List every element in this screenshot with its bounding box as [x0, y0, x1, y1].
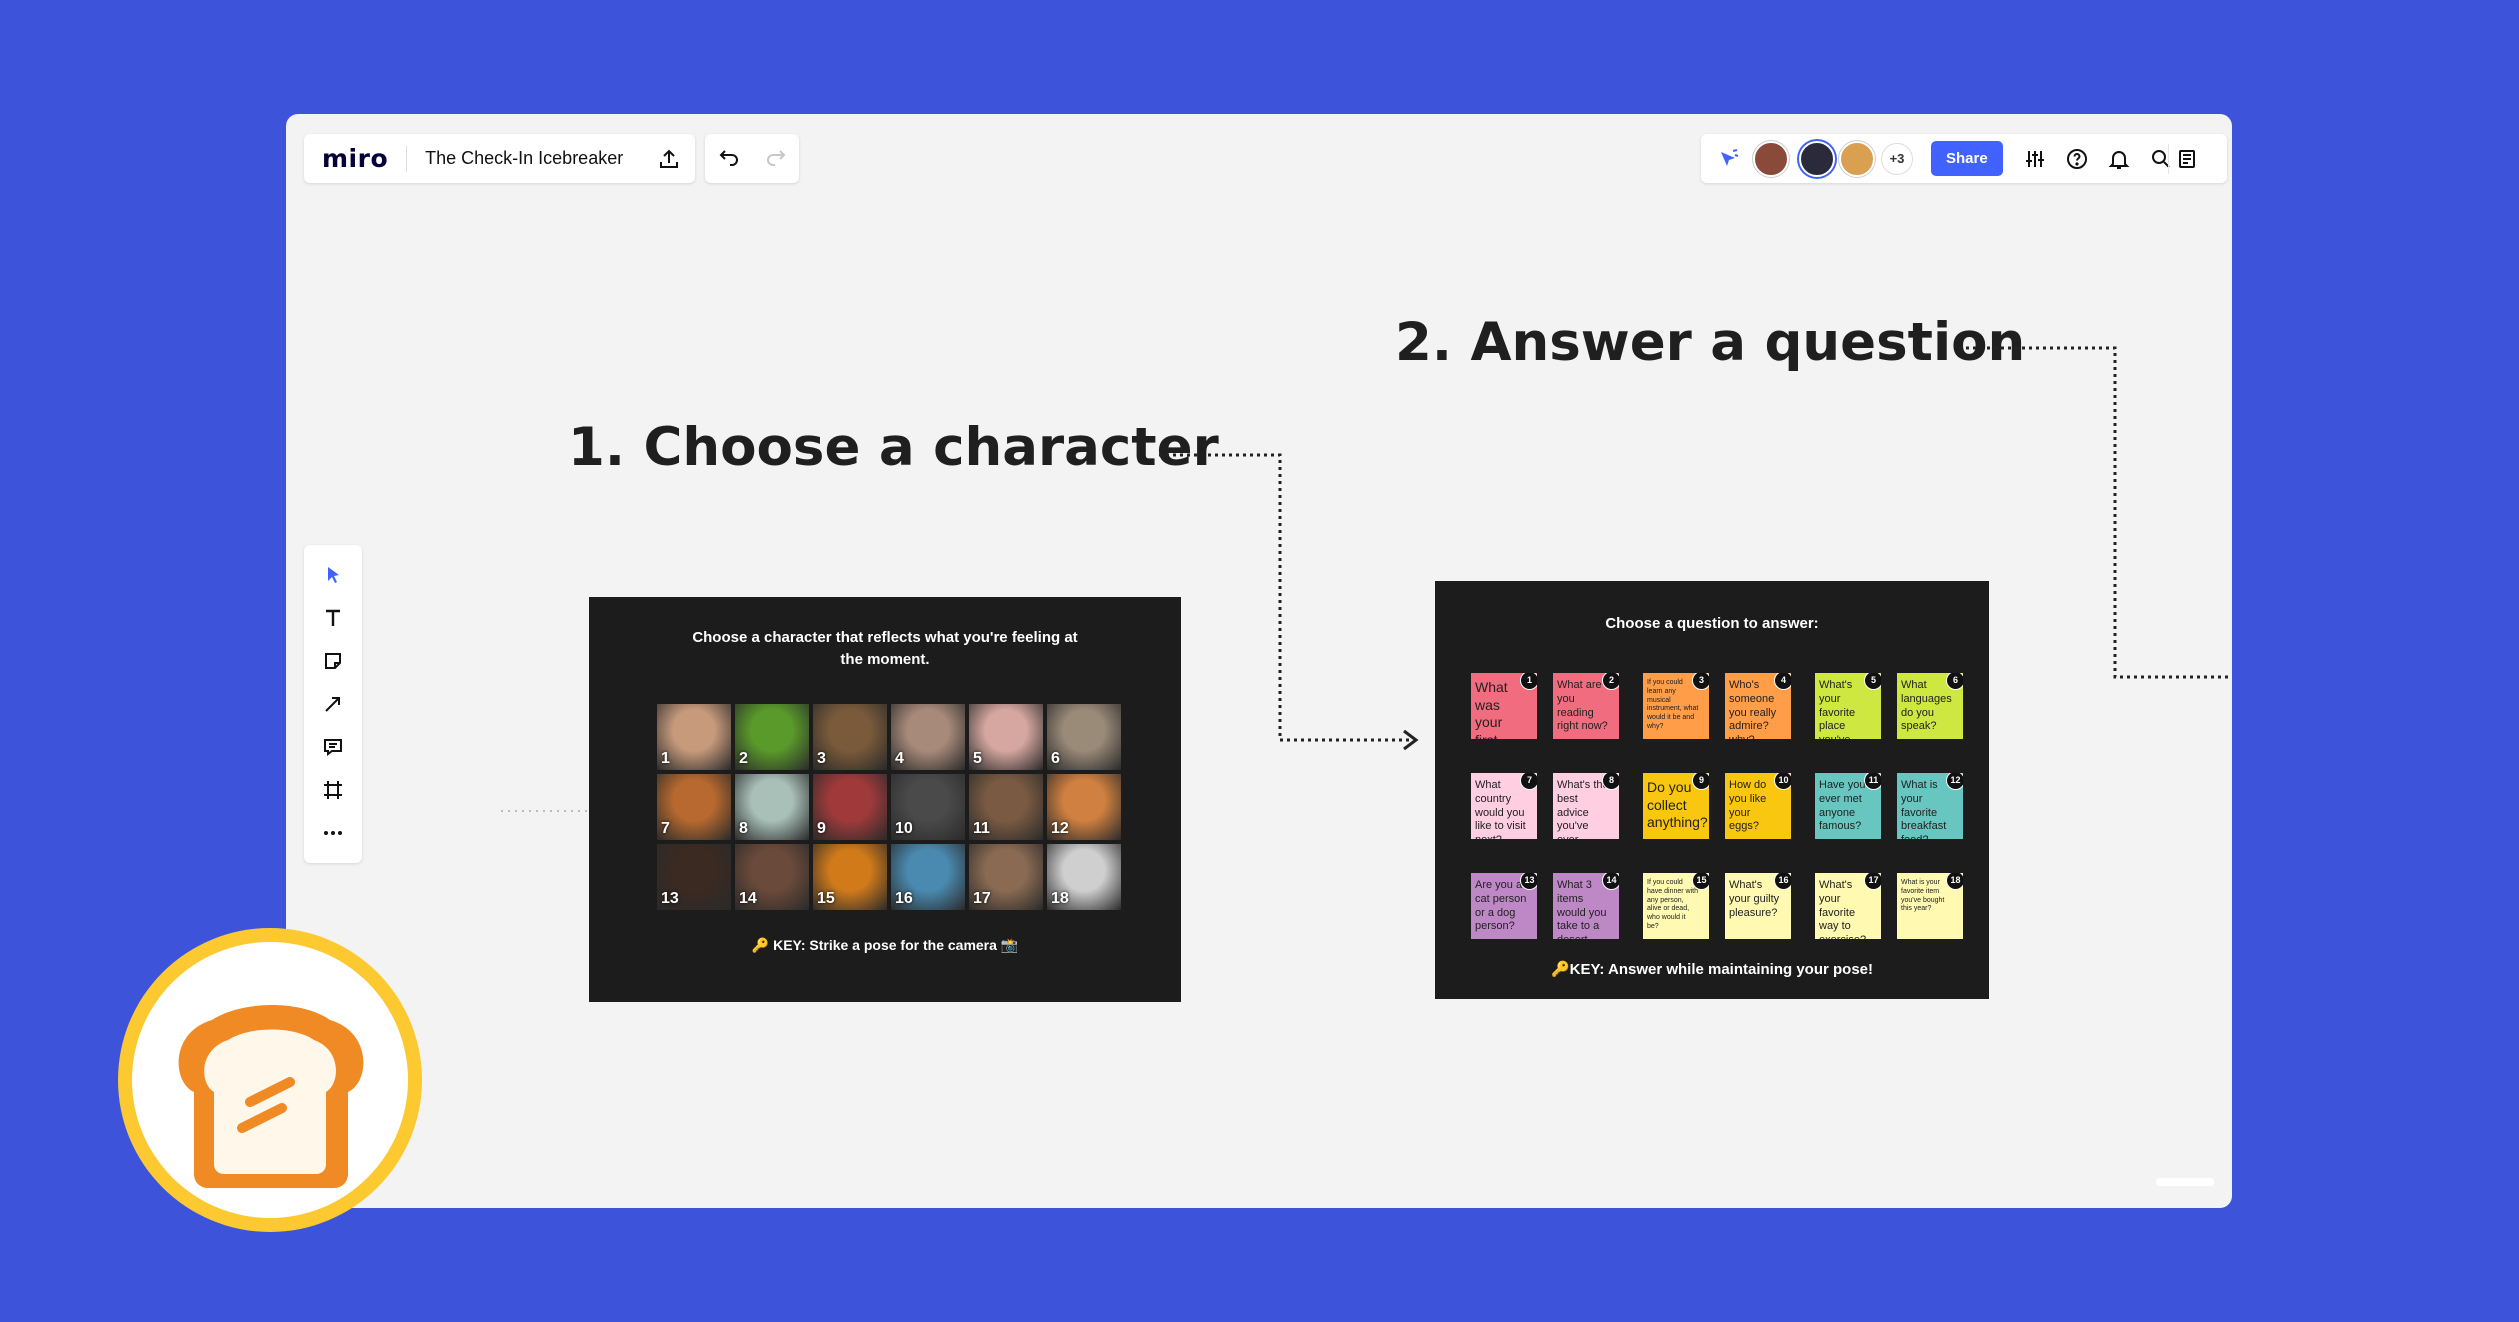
character-tile[interactable]: 5 [969, 704, 1043, 770]
sticky-number-badge: 11 [1864, 773, 1881, 790]
character-number: 7 [661, 820, 670, 837]
sticky-number-badge: 14 [1602, 873, 1619, 890]
question-sticky-note[interactable]: What's your favorite way to exercise?17 [1815, 873, 1881, 939]
character-number: 5 [973, 750, 982, 767]
character-card-key: 🔑 KEY: Strike a pose for the camera 📸 [751, 937, 1019, 953]
bread-slice-icon [178, 1005, 364, 1188]
character-tile[interactable]: 13 [657, 844, 731, 910]
character-number: 9 [817, 820, 826, 837]
question-sticky-note[interactable]: What languages do you speak? 6 [1897, 673, 1963, 739]
character-tile[interactable]: 18 [1047, 844, 1121, 910]
connector-step1-to-card2 [1159, 453, 1412, 742]
character-number: 3 [817, 750, 826, 767]
sticky-number-badge: 8 [1602, 773, 1619, 790]
bread-logo-badge [118, 928, 422, 1232]
character-card[interactable]: Choose a character that reflects what yo… [589, 597, 1181, 1002]
character-number: 1 [661, 750, 670, 767]
character-tile[interactable]: 12 [1047, 774, 1121, 840]
character-number: 15 [817, 890, 835, 907]
character-number: 12 [1051, 820, 1069, 837]
sticky-number-badge: 3 [1692, 673, 1709, 690]
sticky-number-badge: 4 [1774, 673, 1791, 690]
sticky-number-badge: 10 [1774, 773, 1791, 790]
question-sticky-note[interactable]: Who's someone you really admire? why?4 [1725, 673, 1791, 739]
sticky-number-badge: 6 [1946, 673, 1963, 690]
sticky-number-badge: 7 [1520, 773, 1537, 790]
character-number: 2 [739, 750, 748, 767]
character-tile[interactable]: 15 [813, 844, 887, 910]
character-number: 8 [739, 820, 748, 837]
character-tile[interactable]: 16 [891, 844, 965, 910]
character-tile[interactable]: 9 [813, 774, 887, 840]
sticky-number-badge: 5 [1864, 673, 1881, 690]
question-sticky-note[interactable]: What's your guilty pleasure? 16 [1725, 873, 1791, 939]
question-sticky-note[interactable]: Have you ever met anyone famous? 11 [1815, 773, 1881, 839]
question-sticky-note[interactable]: What was your first job?1 [1471, 673, 1537, 739]
character-tile[interactable]: 6 [1047, 704, 1121, 770]
question-sticky-note[interactable]: Do you collect anything? 9 [1643, 773, 1709, 839]
sticky-number-badge: 9 [1692, 773, 1709, 790]
character-tile[interactable]: 14 [735, 844, 809, 910]
question-sticky-note[interactable]: What 3 items would you take to a desert … [1553, 873, 1619, 939]
sticky-number-badge: 1 [1520, 673, 1537, 690]
character-tile[interactable]: 17 [969, 844, 1043, 910]
connector-arrowhead [1403, 729, 1419, 751]
character-number: 13 [661, 890, 679, 907]
question-sticky-note[interactable]: What country would you like to visit nex… [1471, 773, 1537, 839]
character-number: 14 [739, 890, 757, 907]
question-sticky-note[interactable]: Are you a cat person or a dog person? 13 [1471, 873, 1537, 939]
miro-board-canvas[interactable]: miro The Check-In Icebreaker +3 Share 1.… [286, 114, 2232, 1208]
character-tile[interactable]: 4 [891, 704, 965, 770]
question-sticky-note[interactable]: If you could have dinner with any person… [1643, 873, 1709, 939]
connector-step2-to-right [1959, 346, 2232, 679]
question-sticky-note[interactable]: What is your favorite item you've bought… [1897, 873, 1963, 939]
character-number: 10 [895, 820, 913, 837]
question-card-title: Choose a question to answer: [1605, 615, 1819, 632]
character-tile[interactable]: 7 [657, 774, 731, 840]
character-tile[interactable]: 3 [813, 704, 887, 770]
character-number: 6 [1051, 750, 1060, 767]
sticky-number-badge: 17 [1864, 873, 1881, 890]
question-sticky-note[interactable]: What is your favorite breakfast food?12 [1897, 773, 1963, 839]
sticky-number-badge: 18 [1946, 873, 1963, 890]
character-number: 17 [973, 890, 991, 907]
question-sticky-note[interactable]: If you could learn any musical instrumen… [1643, 673, 1709, 739]
minimap-toggle[interactable] [2156, 1178, 2214, 1186]
question-card[interactable]: Choose a question to answer: What was yo… [1435, 581, 1989, 999]
question-sticky-note[interactable]: How do you like your eggs? 10 [1725, 773, 1791, 839]
character-number: 16 [895, 890, 913, 907]
character-tile[interactable]: 2 [735, 704, 809, 770]
question-sticky-note[interactable]: What's the best advice you've ever heard… [1553, 773, 1619, 839]
sticky-number-badge: 16 [1774, 873, 1791, 890]
character-tile[interactable]: 11 [969, 774, 1043, 840]
sticky-number-badge: 12 [1946, 773, 1963, 790]
character-number: 18 [1051, 890, 1069, 907]
question-sticky-note[interactable]: What are you reading right now? 2 [1553, 673, 1619, 739]
character-tile[interactable]: 8 [735, 774, 809, 840]
question-card-key: 🔑KEY: Answer while maintaining your pose… [1550, 961, 1874, 978]
bread-logo-inner [132, 942, 408, 1218]
character-number: 11 [973, 820, 990, 837]
question-sticky-grid: What was your first job?1What are you re… [1471, 673, 1963, 939]
character-number: 4 [895, 750, 904, 767]
sticky-number-badge: 13 [1520, 873, 1537, 890]
sticky-number-badge: 2 [1602, 673, 1619, 690]
question-sticky-note[interactable]: What's your favorite place you've ever v… [1815, 673, 1881, 739]
character-tile[interactable]: 10 [891, 774, 965, 840]
sticky-number-badge: 15 [1692, 873, 1709, 890]
character-card-title: Choose a character that reflects what yo… [692, 629, 1078, 668]
character-grid: 1 2 3 4 5 6 7 8 9 10 11 12 13 14 15 16 17 18 [657, 704, 1121, 914]
character-tile[interactable]: 1 [657, 704, 731, 770]
